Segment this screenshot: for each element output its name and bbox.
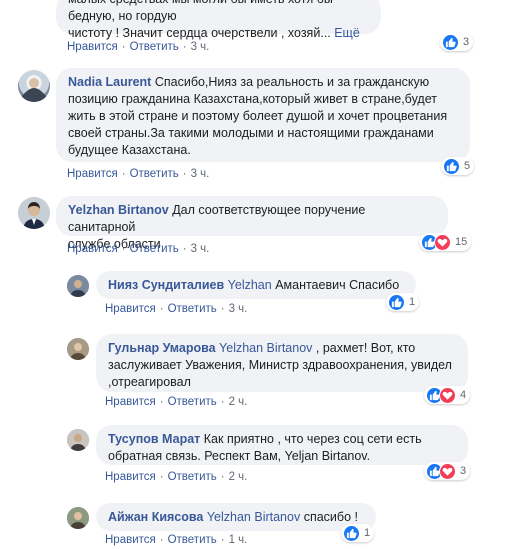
like-reaction-icon <box>442 33 459 51</box>
comment-text-line: позицию гражданина Казахстана,который жи… <box>68 92 437 106</box>
reply-text-line: обратная связь. Респект Вам, Yeljan Birt… <box>108 449 371 463</box>
comment-text-line: будущее Казахстана. <box>68 143 191 157</box>
reply-actions: Нравится · Ответить · 3 ч. <box>105 303 248 315</box>
comment-text-line: малых средствах мы могли бы иметь хотя б… <box>68 0 333 23</box>
reaction-count[interactable]: 1 <box>386 293 420 311</box>
reply-text-line: ,отреагировал <box>108 375 191 389</box>
avatar-photo-icon <box>67 507 89 529</box>
like-link[interactable]: Нравится <box>105 303 156 315</box>
like-link[interactable]: Нравится <box>67 168 118 180</box>
like-link[interactable]: Нравится <box>105 534 156 546</box>
reply-bubble: Тусупов Марат Как приятно , что через со… <box>96 425 468 465</box>
reply-text: Как приятно , что через соц сети есть <box>203 432 422 446</box>
comment-bubble: Yelzhan Birtanov Дал соответствующее пор… <box>56 196 448 251</box>
reaction-count-label: 3 <box>463 36 470 48</box>
comment-actions: Нравится · Ответить · 3 ч. <box>67 168 210 180</box>
avatar-photo-icon <box>67 338 89 360</box>
avatar[interactable] <box>18 197 50 229</box>
reply-text: Амантаевич Спасибо <box>275 278 400 292</box>
comment-text-line: своей страны.За такими молодыми и настоя… <box>68 126 434 140</box>
reply-link[interactable]: Ответить <box>168 471 217 483</box>
comment-author[interactable]: Nadia Laurent <box>68 75 151 89</box>
reaction-count-label: 1 <box>364 527 371 539</box>
avatar[interactable] <box>67 429 89 451</box>
avatar[interactable] <box>67 275 89 297</box>
comment-text-line: жить в этой стране и поэтому болеет душо… <box>68 109 448 123</box>
comment-author[interactable]: Yelzhan Birtanov <box>68 203 169 217</box>
like-link[interactable]: Нравится <box>67 243 118 255</box>
like-reaction-icon <box>388 293 405 311</box>
love-reaction-icon <box>439 462 456 480</box>
timestamp[interactable]: 3 ч. <box>191 168 210 180</box>
reply-link[interactable]: Ответить <box>168 303 217 315</box>
love-reaction-icon <box>439 386 456 404</box>
timestamp[interactable]: 3 ч. <box>191 41 210 53</box>
reaction-count[interactable]: 1 <box>341 524 375 542</box>
reply-text-line: заслуживает Уважения, Министр здравоохра… <box>108 358 452 372</box>
reply-bubble: Айжан Киясова Yelzhan Birtanov спасибо ! <box>96 503 376 531</box>
reply-bubble: Гульнар Умарова Yelzhan Birtanov , рахме… <box>96 334 468 392</box>
reply-link[interactable]: Ответить <box>130 243 179 255</box>
like-link[interactable]: Нравится <box>67 41 118 53</box>
reply-bubble: Нияз Сундиталиев Yelzhan Амантаевич Спас… <box>96 271 416 299</box>
reply-actions: Нравится · Ответить · 1 ч. <box>105 534 248 546</box>
comment-text: Спасибо,Нияз за реальность и за гражданс… <box>154 75 430 89</box>
reaction-count-label: 4 <box>460 389 467 401</box>
reply-author[interactable]: Тусупов Марат <box>108 432 200 446</box>
reply-link[interactable]: Ответить <box>130 168 179 180</box>
reply-text: , рахмет! Вот, кто <box>315 341 416 355</box>
avatar-photo-icon <box>67 275 89 297</box>
reaction-count[interactable]: 15 <box>419 233 472 251</box>
mention-link[interactable]: Yelzhan Birtanov <box>207 510 300 524</box>
timestamp[interactable]: 2 ч. <box>229 396 248 408</box>
reaction-count[interactable]: 5 <box>441 157 475 175</box>
reply-link[interactable]: Ответить <box>168 534 217 546</box>
avatar-photo-icon <box>67 429 89 451</box>
see-more-link[interactable]: Ещё <box>334 26 360 40</box>
reply-author[interactable]: Нияз Сундиталиев <box>108 278 224 292</box>
timestamp[interactable]: 3 ч. <box>191 243 210 255</box>
love-reaction-icon <box>434 233 451 251</box>
reply-actions: Нравится · Ответить · 2 ч. <box>105 471 248 483</box>
timestamp[interactable]: 1 ч. <box>229 534 248 546</box>
reaction-count[interactable]: 3 <box>440 33 474 51</box>
avatar-photo-icon <box>18 197 50 229</box>
reply-author[interactable]: Гульнар Умарова <box>108 341 216 355</box>
avatar[interactable] <box>67 338 89 360</box>
reply-actions: Нравится · Ответить · 2 ч. <box>105 396 248 408</box>
reaction-count[interactable]: 4 <box>424 386 471 404</box>
reply-text: спасибо ! <box>303 510 358 524</box>
like-reaction-icon <box>443 157 460 175</box>
comment-actions: Нравится · Ответить · 3 ч. <box>67 41 210 53</box>
reaction-count-label: 5 <box>464 160 471 172</box>
comment-text-line: чистоту ! Значит сердца очерствели , хоз… <box>68 26 360 40</box>
comment-actions: Нравится · Ответить · 3 ч. <box>67 243 210 255</box>
reply-link[interactable]: Ответить <box>168 396 217 408</box>
comment-bubble: Nadia Laurent Спасибо,Нияз за реальность… <box>56 68 470 162</box>
like-reaction-icon <box>343 524 360 542</box>
comment-bubble: малых средствах мы могли бы иметь хотя б… <box>56 0 381 40</box>
avatar[interactable] <box>67 507 89 529</box>
reply-link[interactable]: Ответить <box>130 41 179 53</box>
mention-link[interactable]: Yelzhan <box>228 278 272 292</box>
reaction-count-label: 1 <box>409 296 416 308</box>
reaction-count-label: 15 <box>455 236 468 248</box>
avatar[interactable] <box>18 70 50 102</box>
like-link[interactable]: Нравится <box>105 396 156 408</box>
timestamp[interactable]: 2 ч. <box>229 471 248 483</box>
reaction-count[interactable]: 3 <box>424 462 471 480</box>
like-link[interactable]: Нравится <box>105 471 156 483</box>
avatar-photo-icon <box>22 78 46 102</box>
timestamp[interactable]: 3 ч. <box>229 303 248 315</box>
reaction-count-label: 3 <box>460 465 467 477</box>
reply-author[interactable]: Айжан Киясова <box>108 510 203 524</box>
mention-link[interactable]: Yelzhan Birtanov <box>219 341 312 355</box>
